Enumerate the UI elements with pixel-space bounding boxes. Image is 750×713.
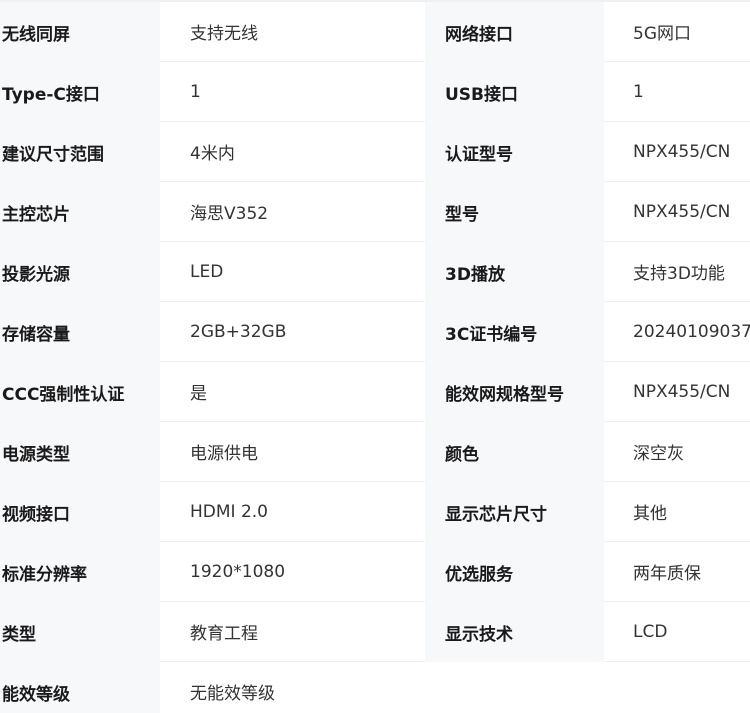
spec-value: LCD bbox=[604, 602, 750, 662]
spec-row: Type-C接口 1 USB接口 1 bbox=[0, 62, 750, 122]
spec-value: 深空灰 bbox=[604, 422, 750, 482]
spec-value: NPX455/CN bbox=[604, 182, 750, 242]
spec-label: 能效网规格型号 bbox=[425, 362, 604, 422]
spec-value: 教育工程 bbox=[160, 602, 425, 662]
spec-label: 标准分辨率 bbox=[0, 542, 160, 602]
spec-value: 支持无线 bbox=[160, 2, 425, 62]
spec-label: 网络接口 bbox=[425, 2, 604, 62]
spec-label: 建议尺寸范围 bbox=[0, 122, 160, 182]
spec-row: 建议尺寸范围 4米内 认证型号 NPX455/CN bbox=[0, 122, 750, 182]
spec-row: 主控芯片 海思V352 型号 NPX455/CN bbox=[0, 182, 750, 242]
spec-label: 视频接口 bbox=[0, 482, 160, 542]
spec-row: 电源类型 电源供电 颜色 深空灰 bbox=[0, 422, 750, 482]
spec-row: 标准分辨率 1920*1080 优选服务 两年质保 bbox=[0, 542, 750, 602]
spec-value: 电源供电 bbox=[160, 422, 425, 482]
spec-label: 显示芯片尺寸 bbox=[425, 482, 604, 542]
spec-value: 1920*1080 bbox=[160, 542, 425, 602]
spec-row: 无线同屏 支持无线 网络接口 5G网口 bbox=[0, 2, 750, 62]
empty-cell bbox=[425, 662, 750, 713]
spec-label: USB接口 bbox=[425, 62, 604, 122]
spec-label: 3C证书编号 bbox=[425, 302, 604, 362]
spec-value: LED bbox=[160, 242, 425, 302]
spec-value: 支持3D功能 bbox=[604, 242, 750, 302]
spec-row: 能效等级 无能效等级 bbox=[0, 662, 750, 713]
spec-label: 颜色 bbox=[425, 422, 604, 482]
spec-label: 显示技术 bbox=[425, 602, 604, 662]
spec-label: 无线同屏 bbox=[0, 2, 160, 62]
spec-row: CCC强制性认证 是 能效网规格型号 NPX455/CN bbox=[0, 362, 750, 422]
spec-label: 能效等级 bbox=[0, 662, 160, 713]
spec-value: 两年质保 bbox=[604, 542, 750, 602]
spec-value: NPX455/CN bbox=[604, 362, 750, 422]
spec-value: 其他 bbox=[604, 482, 750, 542]
spec-value: 是 bbox=[160, 362, 425, 422]
spec-label: 主控芯片 bbox=[0, 182, 160, 242]
spec-label: 类型 bbox=[0, 602, 160, 662]
spec-value: 1 bbox=[160, 62, 425, 122]
spec-row: 投影光源 LED 3D播放 支持3D功能 bbox=[0, 242, 750, 302]
spec-value: 1 bbox=[604, 62, 750, 122]
spec-value: 海思V352 bbox=[160, 182, 425, 242]
spec-label: 型号 bbox=[425, 182, 604, 242]
spec-table: 无线同屏 支持无线 网络接口 5G网口 Type-C接口 1 USB接口 1 建… bbox=[0, 0, 750, 713]
spec-label: CCC强制性认证 bbox=[0, 362, 160, 422]
spec-value: 2GB+32GB bbox=[160, 302, 425, 362]
spec-row: 类型 教育工程 显示技术 LCD bbox=[0, 602, 750, 662]
spec-value: HDMI 2.0 bbox=[160, 482, 425, 542]
spec-value: NPX455/CN bbox=[604, 122, 750, 182]
spec-row: 视频接口 HDMI 2.0 显示芯片尺寸 其他 bbox=[0, 482, 750, 542]
spec-label: 存储容量 bbox=[0, 302, 160, 362]
spec-label: 投影光源 bbox=[0, 242, 160, 302]
spec-value: 无能效等级 bbox=[160, 662, 425, 713]
spec-label: 3D播放 bbox=[425, 242, 604, 302]
spec-label: 认证型号 bbox=[425, 122, 604, 182]
spec-label: 优选服务 bbox=[425, 542, 604, 602]
spec-row: 存储容量 2GB+32GB 3C证书编号 20240109037 bbox=[0, 302, 750, 362]
spec-value: 4米内 bbox=[160, 122, 425, 182]
spec-label: 电源类型 bbox=[0, 422, 160, 482]
spec-value: 20240109037 bbox=[604, 302, 750, 362]
spec-label: Type-C接口 bbox=[0, 62, 160, 122]
spec-value: 5G网口 bbox=[604, 2, 750, 62]
